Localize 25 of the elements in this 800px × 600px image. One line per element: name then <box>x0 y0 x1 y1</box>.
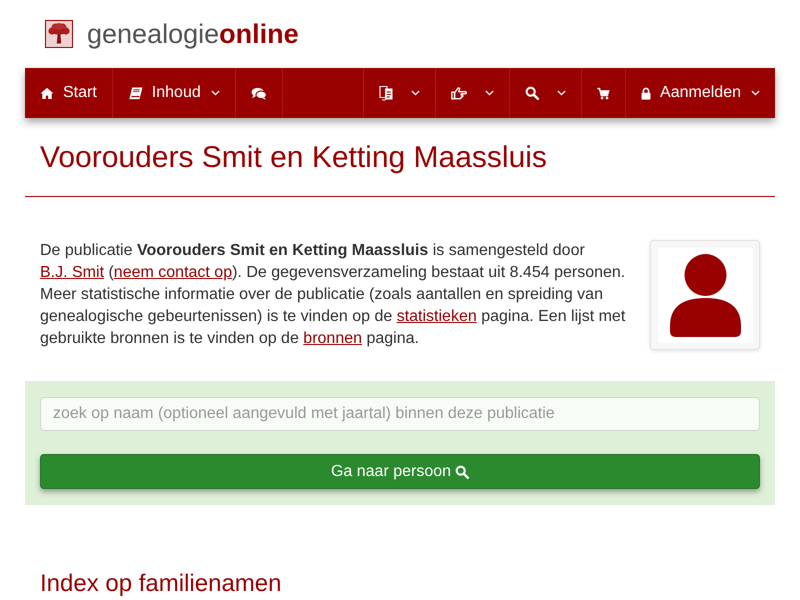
lock-icon <box>641 86 652 100</box>
nav-menu-item[interactable]: Aanmelden <box>625 68 775 118</box>
cart-icon <box>597 86 610 100</box>
person-silhouette-icon <box>658 248 752 342</box>
go-to-person-button[interactable]: Ga naar persoon <box>40 454 760 489</box>
inline-link[interactable]: B.J. Smit <box>40 264 104 281</box>
translate-icon <box>379 85 394 101</box>
nav-menu-item[interactable]: Inhoud <box>112 68 236 118</box>
inline-link[interactable]: neem contact op <box>114 264 232 281</box>
inline-link[interactable]: bronnen <box>303 330 362 347</box>
tree-logo-icon <box>45 20 73 48</box>
book-icon <box>128 86 143 100</box>
search-field[interactable]: zoek op naam (optioneel aangevuld met jaartal) binnen deze publicatie <box>40 397 760 431</box>
section-heading: Index op familienamen <box>40 571 282 597</box>
site-logo-text: genealogieonline <box>87 19 299 49</box>
site-logo[interactable]: genealogieonline <box>45 19 299 49</box>
inline-link[interactable]: statistieken <box>396 308 477 325</box>
home-icon <box>40 87 54 99</box>
chat-bubbles-icon <box>250 86 267 100</box>
pointing-hand-icon <box>451 86 468 100</box>
search-icon <box>455 464 470 478</box>
page-title: Voorouders Smit en Ketting Maassluis <box>40 140 547 176</box>
nav-menu-item[interactable]: Start <box>25 68 113 118</box>
search-icon <box>525 86 540 100</box>
intro-paragraph: De publicatie Voorouders Smit en Ketting Maassluis is samengesteld door B.J. Smit (neem contact op). De gegevensverzameling bestaat uit 8.454 personen. Meer statistische informatie over de publicatie (zoals aantallen en spreiding van genealogische gebeurtenissen) is te vinden op de statistieken pagina. Een lijst met gebruikte bronnen is te vinden op de bronnen pagina. <box>40 241 626 349</box>
